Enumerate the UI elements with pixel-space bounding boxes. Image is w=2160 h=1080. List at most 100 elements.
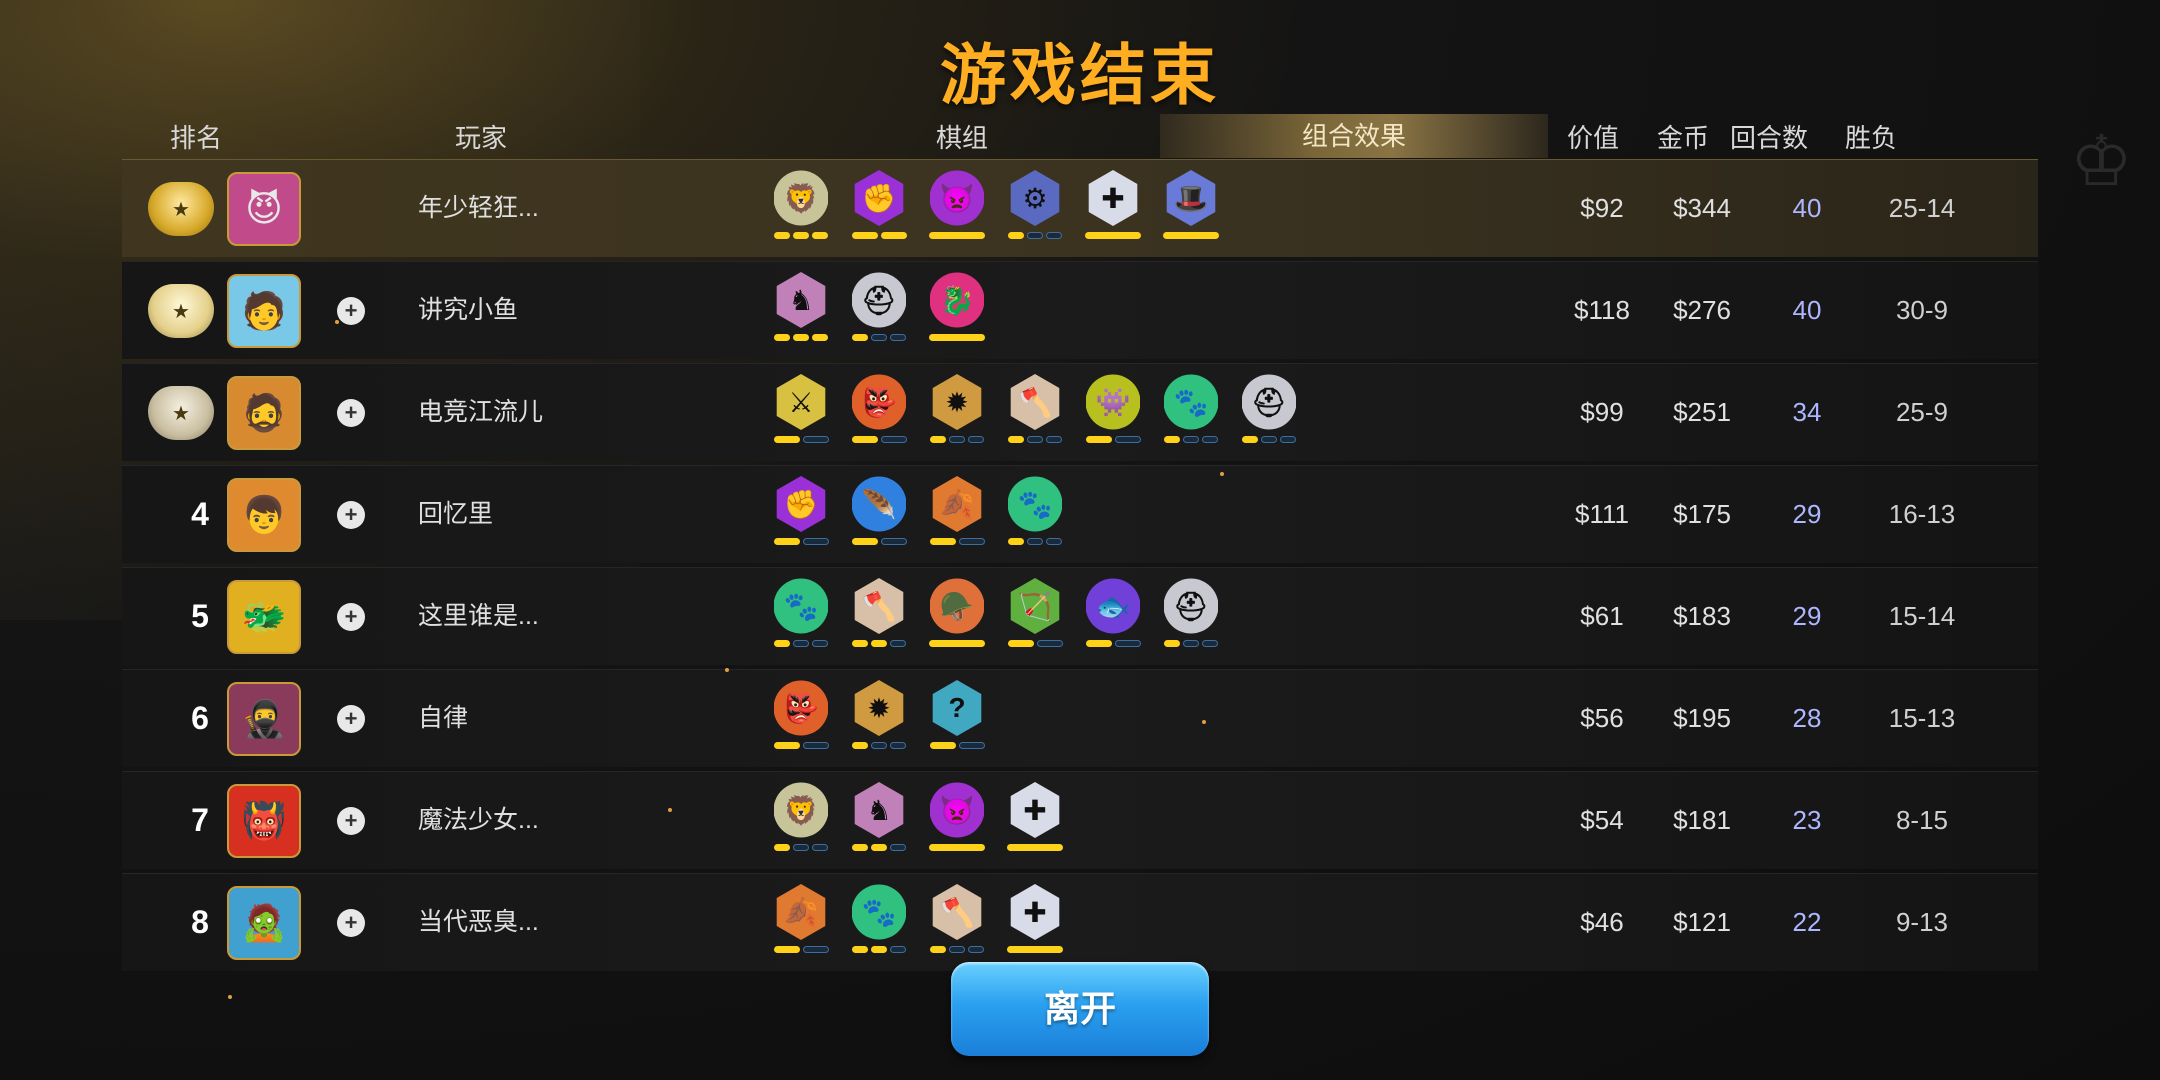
add-friend-icon[interactable]: + — [337, 705, 365, 733]
synergy-item[interactable]: 🪶 — [850, 476, 908, 554]
synergy-level-pips — [772, 232, 830, 239]
value-cell: $99 — [1580, 397, 1624, 427]
avatar[interactable]: 👹 — [227, 784, 301, 858]
add-friend-icon[interactable]: + — [337, 399, 365, 427]
synergy-item[interactable]: ⚙ — [1006, 170, 1064, 248]
synergy-item[interactable]: ⛑ — [1240, 374, 1298, 452]
synergy-level-pips — [1006, 232, 1064, 239]
synergy-item[interactable]: 👺 — [850, 374, 908, 452]
synergy-item[interactable]: ♞ — [772, 272, 830, 350]
spark — [725, 668, 729, 672]
synergy-level-pips — [1162, 436, 1220, 443]
synergy-item[interactable]: ✚ — [1084, 170, 1142, 248]
synergy-level-pips — [772, 742, 830, 749]
synergy-item[interactable]: 🐾 — [850, 884, 908, 962]
synergy-item[interactable]: 👾 — [1084, 374, 1142, 452]
pip-active — [929, 232, 985, 239]
table-row[interactable]: 4 👦 + 回忆里 ✊ 🪶 🍂 🐾 $111 $175 29 16-13 — [122, 465, 2038, 563]
synergy-item[interactable]: 🪖 — [928, 578, 986, 656]
synergy-item[interactable]: 🏹 — [1006, 578, 1064, 656]
pip-active — [930, 946, 946, 953]
synergy-item[interactable]: 🐉 — [928, 272, 986, 350]
avatar[interactable]: 😈 — [227, 172, 301, 246]
rounds-cell: 23 — [1792, 805, 1822, 835]
synergy-item[interactable]: 🦁 — [772, 170, 830, 248]
rounds-cell: 29 — [1792, 499, 1822, 529]
pip-inactive — [812, 844, 828, 851]
synergy-item[interactable]: 🐟 — [1084, 578, 1142, 656]
table-row[interactable]: 6 🥷 + 自律 👺 ✹? $56 $195 28 15-13 — [122, 669, 2038, 767]
synergy-item[interactable]: ✹ — [928, 374, 986, 452]
synergy-item[interactable]: 👿 — [928, 782, 986, 860]
tab-combo-effects[interactable]: 组合效果 — [1160, 114, 1548, 158]
pip-active — [851, 232, 878, 239]
demon-icon: 👿 — [930, 782, 984, 838]
synergy-item[interactable]: 🐾 — [1162, 374, 1220, 452]
synergy-item[interactable]: ? — [928, 680, 986, 758]
avatar[interactable]: 👦 — [227, 478, 301, 552]
avatar[interactable]: 🥷 — [227, 682, 301, 756]
synergy-level-pips — [1006, 844, 1064, 851]
add-friend-icon[interactable]: + — [337, 501, 365, 529]
add-friend-icon[interactable]: + — [337, 603, 365, 631]
synergy-item[interactable]: 🪓 — [928, 884, 986, 962]
feather-icon: 🪶 — [852, 476, 906, 532]
synergy-item[interactable]: 🪓 — [850, 578, 908, 656]
helmet-icon: ⛑ — [1242, 374, 1296, 430]
pip-inactive — [890, 334, 906, 341]
player-name: 电竞江流儿 — [418, 398, 544, 426]
pip-active — [851, 436, 878, 443]
synergy-level-pips — [772, 946, 830, 953]
synergy-item[interactable]: ⛑ — [1162, 578, 1220, 656]
table-row[interactable]: ★ 😈 年少轻狂... 🦁 ✊ 👿 ⚙ ✚ 🎩 $92 $344 40 25-14 — [122, 159, 2038, 257]
synergy-item[interactable]: ⛑ — [850, 272, 908, 350]
pip-active — [1085, 436, 1112, 443]
synergy-item[interactable]: 🪓 — [1006, 374, 1064, 452]
pip-active — [852, 640, 868, 647]
synergy-item[interactable]: 🍂 — [928, 476, 986, 554]
table-row[interactable]: ★ 🧑 + 讲究小鱼 ♞ ⛑ 🐉 $118 $276 40 30-9 — [122, 261, 2038, 359]
synergy-level-pips — [928, 538, 986, 545]
synergy-item[interactable]: 👿 — [928, 170, 986, 248]
synergy-item[interactable]: ✚ — [1006, 884, 1064, 962]
synergy-item[interactable]: ⚔ — [772, 374, 830, 452]
synergy-item[interactable]: 🍂 — [772, 884, 830, 962]
synergy-item[interactable]: 🐾 — [772, 578, 830, 656]
pip-active — [852, 742, 868, 749]
winloss-cell: 30-9 — [1895, 295, 1949, 325]
value-cell: $111 — [1575, 499, 1629, 529]
rounds-cell: 40 — [1792, 295, 1822, 325]
winloss-cell: 15-13 — [1888, 703, 1956, 733]
pip-active — [793, 334, 809, 341]
synergy-item[interactable]: ✹ — [850, 680, 908, 758]
pip-active — [871, 946, 887, 953]
avatar[interactable]: 🧑 — [227, 274, 301, 348]
synergy-item[interactable]: 🎩 — [1162, 170, 1220, 248]
leave-button[interactable]: 离开 — [951, 962, 1209, 1056]
value-cell: $56 — [1580, 703, 1624, 733]
add-friend-icon[interactable]: + — [337, 297, 365, 325]
synergy-item[interactable]: 👺 — [772, 680, 830, 758]
table-row[interactable]: 5 🐲 + 这里谁是... 🐾 🪓 🪖 🏹 🐟 ⛑ $61 $183 29 15-14 — [122, 567, 2038, 665]
add-friend-icon[interactable]: + — [337, 807, 365, 835]
synergy-item[interactable]: ✊ — [772, 476, 830, 554]
pip-active — [793, 232, 809, 239]
synergy-item[interactable]: 🦁 — [772, 782, 830, 860]
table-row[interactable]: 7 👹 + 魔法少女... 🦁 ♞ 👿 ✚ $54 $181 23 8-15 — [122, 771, 2038, 869]
claw-icon: ⚔ — [776, 374, 826, 430]
synergy-item[interactable]: 🐾 — [1006, 476, 1064, 554]
page-title: 游戏结束 — [940, 38, 1220, 112]
table-row[interactable]: 8 🧟 + 当代恶臭... 🍂 🐾 🪓 ✚ $46 $121 22 9-13 — [122, 873, 2038, 971]
axe-icon: 🪓 — [1010, 374, 1060, 430]
synergy-item[interactable]: ✊ — [850, 170, 908, 248]
rounds-cell: 34 — [1792, 397, 1822, 427]
synergy-item[interactable]: ✚ — [1006, 782, 1064, 860]
add-friend-icon[interactable]: + — [337, 909, 365, 937]
pip-active — [880, 232, 907, 239]
avatar[interactable]: 🧔 — [227, 376, 301, 450]
avatar[interactable]: 🐲 — [227, 580, 301, 654]
table-row[interactable]: ★ 🧔 + 电竞江流儿 ⚔ 👺 ✹ 🪓 👾 🐾 ⛑ $99 $251 34 25-9 — [122, 363, 2038, 461]
lion-icon: 🦁 — [774, 782, 828, 838]
avatar[interactable]: 🧟 — [227, 886, 301, 960]
synergy-item[interactable]: ♞ — [850, 782, 908, 860]
